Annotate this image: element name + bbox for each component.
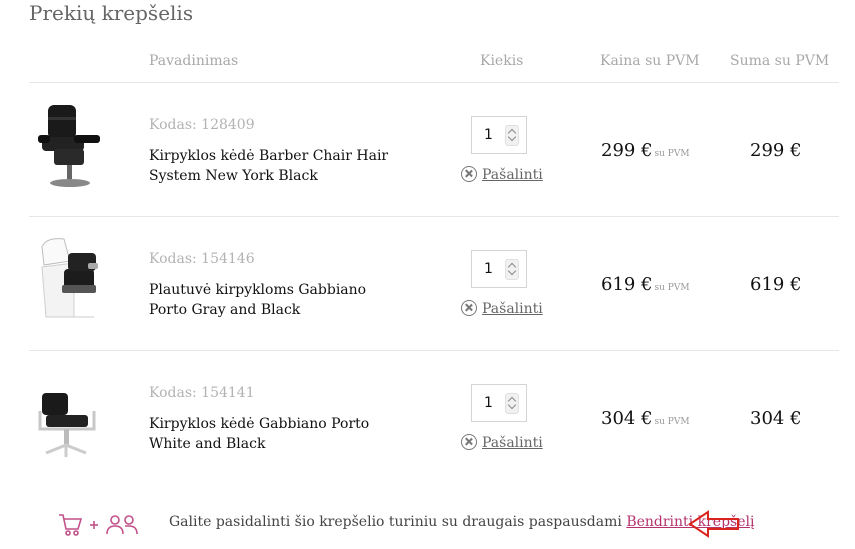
close-circle-icon — [461, 300, 477, 316]
users-icon — [106, 515, 138, 535]
product-name[interactable]: Kirpyklos kėdė Barber Chair Hair System … — [149, 146, 399, 186]
vat-note: su PVM — [654, 283, 690, 293]
product-code: Kodas: 154146 — [149, 251, 255, 267]
price-value: 304 € — [601, 408, 653, 429]
left-arrow-icon — [688, 510, 739, 538]
quantity-stepper[interactable]: 1 — [471, 116, 527, 154]
close-circle-icon — [461, 166, 477, 182]
spinner-arrows-icon[interactable] — [505, 259, 519, 280]
remove-item-label[interactable]: Pašalinti — [482, 301, 543, 317]
cart-icon — [59, 514, 83, 536]
product-image-barber-chair[interactable] — [34, 99, 110, 191]
quantity-value[interactable]: 1 — [484, 395, 493, 411]
wash-basin-icon — [41, 238, 98, 318]
table-row: Kodas: 154141 Kirpyklos kėdė Gabbiano Po… — [0, 351, 855, 484]
price-value: 619 € — [601, 274, 653, 295]
column-header-price: Kaina su PVM — [600, 53, 700, 69]
product-code: Kodas: 154141 — [149, 385, 255, 401]
cart-page: Prekių krepšelis Pavadinimas Kiekis Kain… — [0, 0, 855, 549]
remove-item-label[interactable]: Pašalinti — [482, 435, 543, 451]
remove-item-label[interactable]: Pašalinti — [482, 167, 543, 183]
item-sum: 299 € — [750, 140, 802, 161]
spinner-arrows-icon[interactable] — [505, 125, 519, 146]
price-value: 299 € — [601, 140, 653, 161]
product-image-wash-basin[interactable] — [34, 233, 110, 325]
item-price: 619 € su PVM — [601, 274, 690, 295]
item-price: 304 € su PVM — [601, 408, 690, 429]
spinner-arrows-icon[interactable] — [505, 393, 519, 414]
column-header-sum: Suma su PVM — [730, 53, 830, 69]
barber-chair-icon — [38, 105, 100, 187]
plus-icon — [90, 521, 98, 529]
share-cart-text: Galite pasidalinti šio krepšelio turiniu… — [169, 514, 754, 530]
close-circle-icon — [461, 434, 477, 450]
column-header-name: Pavadinimas — [149, 53, 239, 69]
share-cart-message: Galite pasidalinti šio krepšelio turiniu… — [169, 514, 622, 530]
quantity-value[interactable]: 1 — [484, 127, 493, 143]
remove-item-button[interactable]: Pašalinti — [461, 166, 543, 183]
product-name[interactable]: Kirpyklos kėdė Gabbiano Porto White and … — [149, 414, 399, 454]
product-image-styling-chair[interactable] — [34, 367, 110, 459]
share-cart-icons — [59, 514, 138, 536]
product-code: Kodas: 128409 — [149, 117, 255, 133]
page-title: Prekių krepšelis — [29, 1, 194, 25]
item-sum: 304 € — [750, 408, 802, 429]
table-row: Kodas: 128409 Kirpyklos kėdė Barber Chai… — [0, 83, 855, 216]
item-price: 299 € su PVM — [601, 140, 690, 161]
table-row: Kodas: 154146 Plautuvė kirpykloms Gabbia… — [0, 217, 855, 350]
remove-item-button[interactable]: Pašalinti — [461, 434, 543, 451]
quantity-stepper[interactable]: 1 — [471, 250, 527, 288]
column-header-quantity: Kiekis — [480, 53, 524, 69]
product-name[interactable]: Plautuvė kirpykloms Gabbiano Porto Gray … — [149, 280, 399, 320]
quantity-stepper[interactable]: 1 — [471, 384, 527, 422]
vat-note: su PVM — [654, 149, 690, 159]
table-header: Pavadinimas Kiekis Kaina su PVM Suma su … — [0, 53, 855, 73]
share-cart-bar: Galite pasidalinti šio krepšelio turiniu… — [0, 506, 855, 542]
quantity-value[interactable]: 1 — [484, 261, 493, 277]
styling-chair-icon — [38, 393, 96, 457]
item-sum: 619 € — [750, 274, 802, 295]
vat-note: su PVM — [654, 417, 690, 427]
remove-item-button[interactable]: Pašalinti — [461, 300, 543, 317]
